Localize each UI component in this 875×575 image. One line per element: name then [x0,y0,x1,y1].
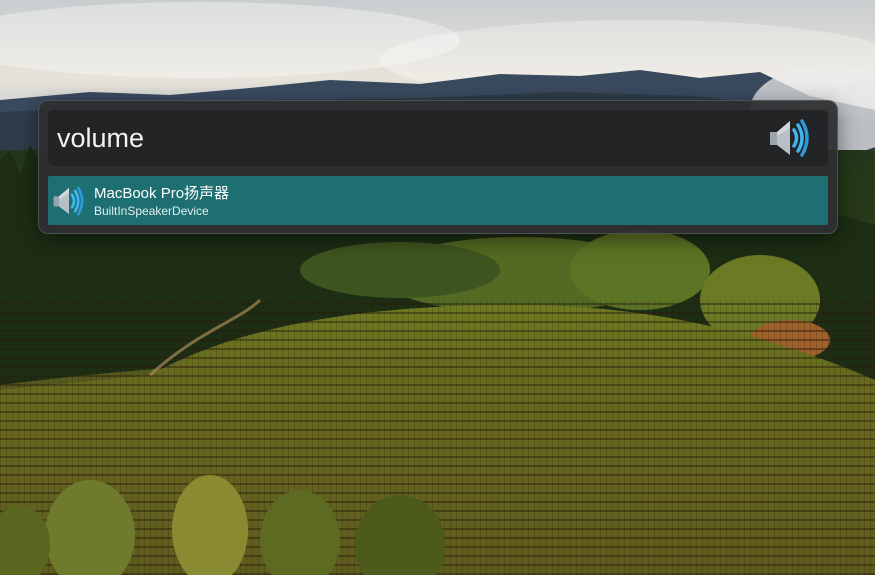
result-row-selected[interactable]: MacBook Pro扬声器 BuiltInSpeakerDevice [48,176,828,225]
launcher-panel: MacBook Pro扬声器 BuiltInSpeakerDevice [38,100,838,234]
result-title: MacBook Pro扬声器 [94,185,230,202]
search-input[interactable] [57,118,757,158]
desktop-wallpaper [0,0,875,575]
speaker-volume-icon [52,184,86,218]
search-bar[interactable] [48,110,828,166]
speaker-volume-icon [768,117,812,159]
result-subtitle: BuiltInSpeakerDevice [94,204,209,218]
